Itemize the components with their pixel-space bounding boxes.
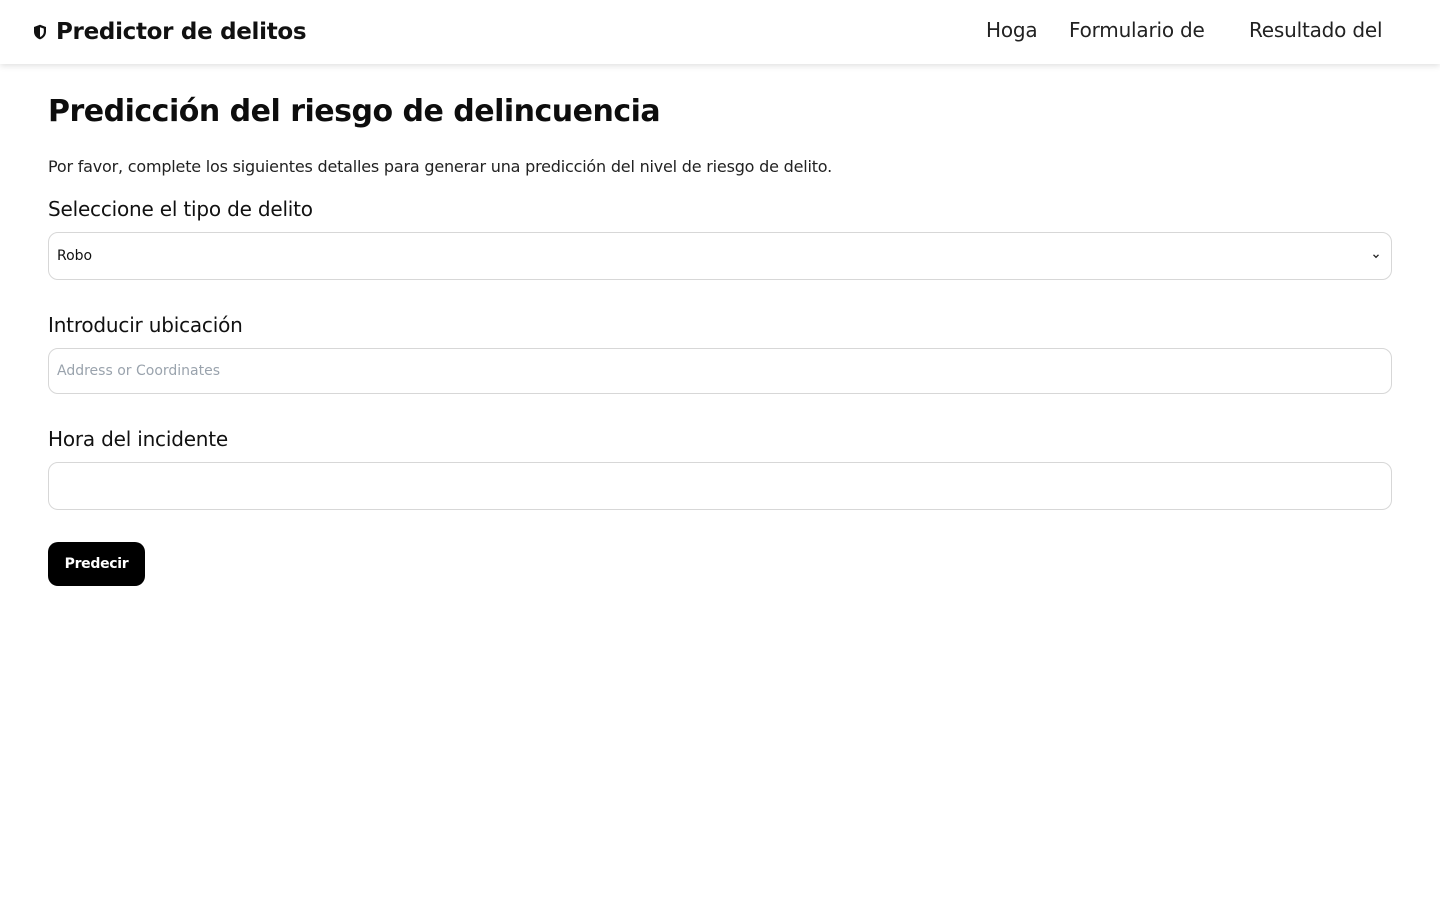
nav-link-result[interactable]: Resultado del — [1249, 18, 1383, 42]
location-label: Introducir ubicación — [48, 313, 243, 337]
page-title: Predicción del riesgo de delincuencia — [48, 94, 661, 129]
shield-icon — [32, 23, 48, 41]
intro-text: Por favor, complete los siguientes detal… — [48, 157, 832, 176]
time-label: Hora del incidente — [48, 427, 229, 451]
nav-link-home[interactable]: Hoga — [986, 18, 1038, 42]
time-input[interactable] — [48, 462, 1392, 510]
crime-type-select[interactable]: Robo — [48, 232, 1392, 280]
crime-type-selected-value: Robo — [57, 248, 93, 264]
top-navbar: Predictor de delitos Hoga Formulario de … — [0, 0, 1440, 64]
predict-button[interactable]: Predecir — [48, 542, 145, 586]
chevron-down-icon — [1371, 251, 1381, 261]
brand[interactable]: Predictor de delitos — [32, 16, 307, 48]
app-title: Predictor de delitos — [56, 19, 307, 45]
nav-link-form[interactable]: Formulario de — [1069, 18, 1205, 42]
location-input[interactable] — [48, 348, 1392, 394]
crime-type-label: Seleccione el tipo de delito — [48, 197, 313, 221]
